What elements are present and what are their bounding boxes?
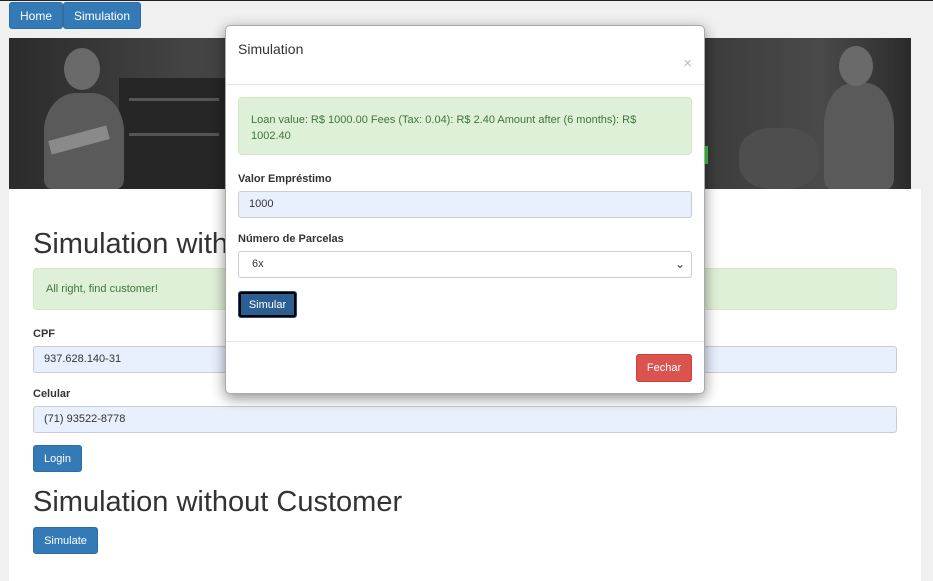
valor-emprestimo-input[interactable]: 1000 xyxy=(238,191,692,218)
numero-parcelas-label: Número de Parcelas xyxy=(238,233,344,245)
simulation-result-alert: Loan value: R$ 1000.00 Fees (Tax: 0.04):… xyxy=(238,97,692,155)
simular-button[interactable]: Simular xyxy=(238,291,297,318)
close-icon[interactable]: × xyxy=(683,55,692,72)
modal-footer-divider xyxy=(226,341,704,342)
modal-title: Simulation xyxy=(238,41,304,57)
valor-emprestimo-label: Valor Empréstimo xyxy=(238,173,332,185)
numero-parcelas-select[interactable]: 6x ⌄ xyxy=(238,251,692,278)
modal-header-divider xyxy=(226,84,704,85)
chevron-down-icon: ⌄ xyxy=(674,257,685,271)
simulation-modal: Simulation × Loan value: R$ 1000.00 Fees… xyxy=(225,25,705,394)
fechar-button[interactable]: Fechar xyxy=(636,354,692,382)
numero-parcelas-value: 6x xyxy=(252,258,264,270)
simulation-result-text: Loan value: R$ 1000.00 Fees (Tax: 0.04):… xyxy=(251,114,637,142)
